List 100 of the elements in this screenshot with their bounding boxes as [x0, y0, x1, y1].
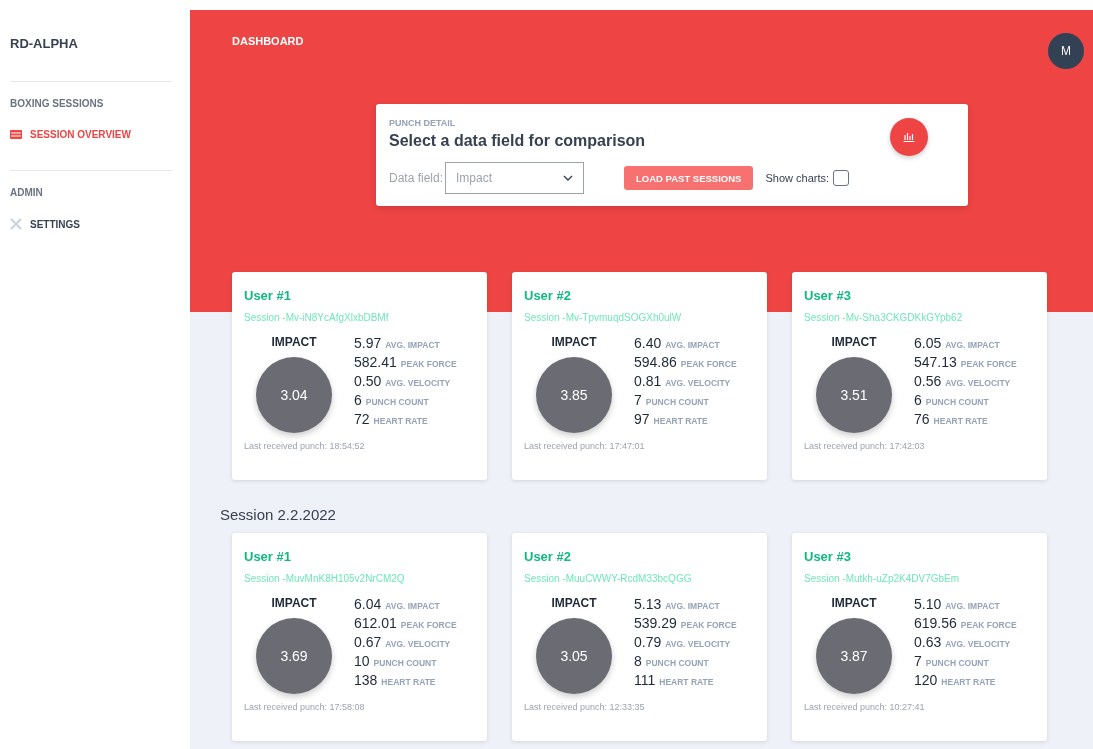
chart-button[interactable] [890, 118, 928, 156]
field-label: Data field: [389, 171, 444, 185]
score-circle: 3.04 [256, 357, 332, 433]
stat-value: 0.79 [634, 634, 662, 650]
stat-value: 72 [354, 411, 370, 427]
stat-label: PEAK FORCE [960, 359, 1017, 369]
session-id: Session -Mv-TpvmuqdSOGXh0ulW [524, 312, 683, 323]
stat-value: 6 [914, 392, 922, 408]
stat-value: 612.01 [354, 615, 397, 631]
stat-label: AVG. IMPACT [945, 601, 1000, 611]
stat-label: HEART RATE [381, 677, 436, 687]
stat-label: AVG. IMPACT [385, 340, 440, 350]
nav-item[interactable]: SETTINGS [10, 218, 172, 230]
last-punch-time: Last received punch: 17:47:01 [524, 441, 646, 451]
stat-value: 539.29 [634, 615, 677, 631]
session-id: Session -MuvMnK8H105v2NrCM2Q [244, 573, 406, 584]
stat-value: 6 [354, 392, 362, 408]
stat-value: 7 [634, 392, 642, 408]
stat-label: AVG. IMPACT [665, 601, 720, 611]
stat-value: 6.40 [634, 335, 662, 351]
user-name: User #3 [804, 288, 852, 303]
stat-label: PUNCH COUNT [365, 397, 429, 407]
panel-title: Select a data field for comparison [389, 132, 647, 150]
stat-value: 97 [634, 411, 650, 427]
stat-value: 582.41 [354, 354, 397, 370]
score-circle: 3.87 [816, 618, 892, 694]
nav-item[interactable]: SESSION OVERVIEW [10, 129, 172, 140]
stat-value: 619.56 [914, 615, 957, 631]
chevron-down-icon [563, 175, 574, 181]
session-id: Session -MuuCWWY-RcdM33bcQGG [524, 573, 693, 584]
stat-label: AVG. VELOCITY [945, 378, 1011, 388]
score-circle: 3.69 [256, 618, 332, 694]
stat-value: 5.10 [914, 596, 942, 612]
stat-value: 547.13 [914, 354, 957, 370]
score-circle: 3.05 [536, 618, 612, 694]
checkbox-label: Show charts: [765, 172, 830, 184]
stat-label: AVG. VELOCITY [665, 639, 731, 649]
stat-label: AVG. VELOCITY [385, 639, 451, 649]
user-name: User #2 [524, 288, 572, 303]
metric-label: IMPACT [551, 596, 597, 610]
last-punch-time: Last received punch: 10:27:41 [804, 702, 926, 712]
session-id: Session -Mutkh-uZp2K4DV7GbEm [804, 573, 961, 584]
stat-label: AVG. IMPACT [945, 340, 1000, 350]
session-id: Session -Mv-Sha3CKGDKkGYpb62 [804, 312, 964, 323]
metric-label: IMPACT [271, 596, 317, 610]
stat-label: PEAK FORCE [960, 620, 1017, 630]
stat-label: PUNCH COUNT [373, 658, 437, 668]
stat-label: AVG. IMPACT [665, 340, 720, 350]
user-name: User #3 [804, 549, 852, 564]
show-charts-checkbox[interactable] [833, 170, 850, 186]
stat-label: PUNCH COUNT [645, 658, 709, 668]
last-punch-time: Last received punch: 17:42:03 [804, 441, 926, 451]
table-icon [10, 130, 22, 139]
metric-label: IMPACT [831, 335, 877, 349]
tools-icon [10, 218, 22, 230]
stat-label: AVG. VELOCITY [385, 378, 451, 388]
user-name: User #1 [244, 549, 292, 564]
stat-value: 111 [634, 672, 656, 688]
stat-label: HEART RATE [653, 416, 708, 426]
metric-label: IMPACT [271, 335, 317, 349]
stat-value: 10 [354, 653, 370, 669]
score-circle: 3.51 [816, 357, 892, 433]
data-field-select[interactable]: Impact [445, 162, 585, 194]
stat-value: 5.13 [634, 596, 662, 612]
stat-label: PEAK FORCE [680, 620, 737, 630]
user-avatar[interactable]: M [1048, 33, 1084, 69]
stat-value: 6.04 [354, 596, 382, 612]
stat-label: PEAK FORCE [400, 620, 457, 630]
stat-label: HEART RATE [941, 677, 996, 687]
stat-label: PEAK FORCE [680, 359, 737, 369]
stat-label: AVG. VELOCITY [945, 639, 1011, 649]
user-name: User #1 [244, 288, 292, 303]
last-punch-time: Last received punch: 18:54:52 [244, 441, 366, 451]
section-title: BOXING SESSIONS [10, 98, 105, 109]
brand-name: RD-ALPHA [10, 36, 79, 51]
page-title: DASHBOARD [232, 35, 304, 47]
session-id: Session -Mv-iN8YcAfgXlxbDBMf [244, 312, 390, 323]
stat-value: 0.56 [914, 373, 942, 389]
metric-label: IMPACT [551, 335, 597, 349]
stat-label: AVG. IMPACT [385, 601, 440, 611]
stat-label: AVG. VELOCITY [665, 378, 731, 388]
stat-label: HEART RATE [659, 677, 714, 687]
stat-value: 5.97 [354, 335, 382, 351]
metric-label: IMPACT [831, 596, 877, 610]
stat-value: 138 [354, 672, 378, 688]
stat-label: HEART RATE [373, 416, 428, 426]
stat-value: 7 [914, 653, 922, 669]
stat-label: PUNCH COUNT [925, 397, 989, 407]
stat-value: 6.05 [914, 335, 942, 351]
load-past-sessions-button[interactable]: LOAD PAST SESSIONS [624, 166, 754, 190]
stat-label: PUNCH COUNT [925, 658, 989, 668]
score-circle: 3.85 [536, 357, 612, 433]
stat-value: 0.67 [354, 634, 382, 650]
stat-label: PUNCH COUNT [645, 397, 709, 407]
stat-label: HEART RATE [933, 416, 988, 426]
last-punch-time: Last received punch: 17:58:08 [244, 702, 366, 712]
user-name: User #2 [524, 549, 572, 564]
stat-value: 120 [914, 672, 938, 688]
stat-label: PEAK FORCE [400, 359, 457, 369]
stat-value: 0.63 [914, 634, 942, 650]
